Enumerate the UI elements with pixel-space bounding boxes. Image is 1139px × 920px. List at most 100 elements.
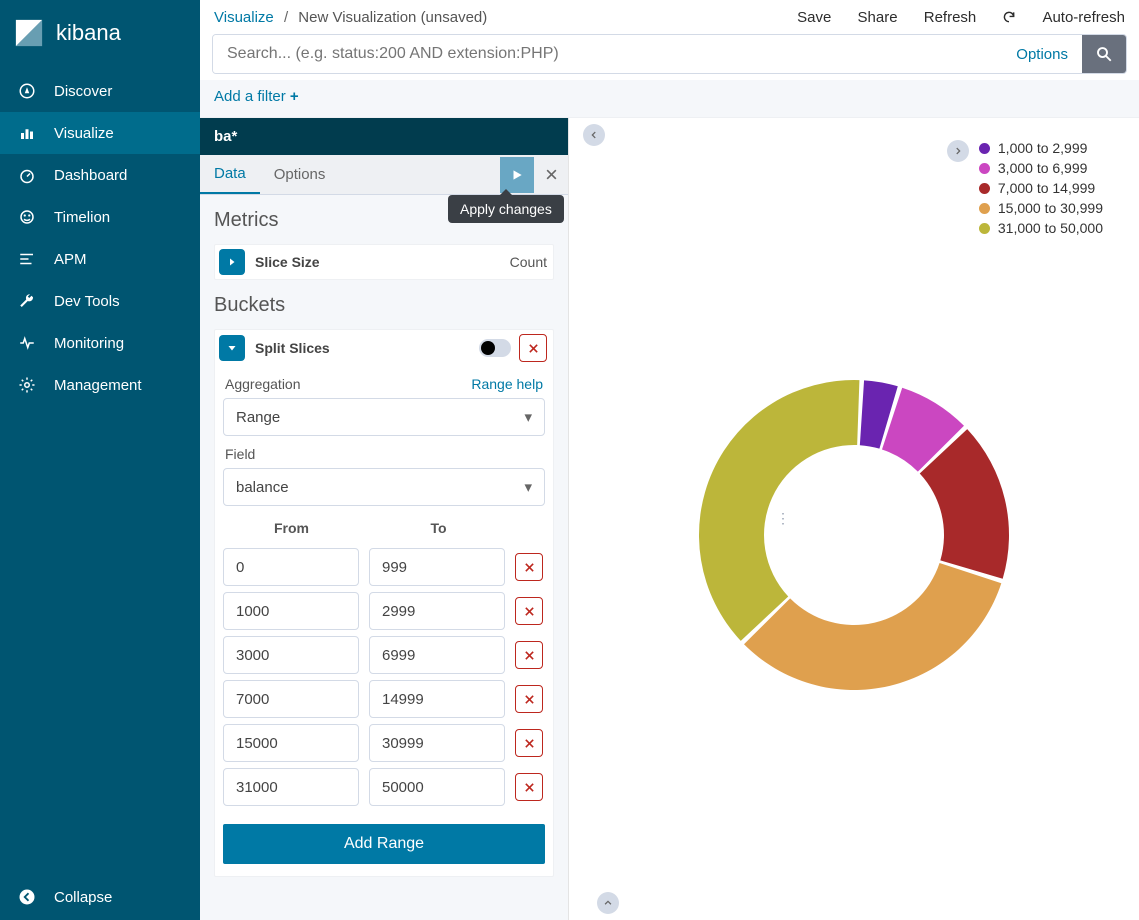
dashboard-icon <box>14 166 40 184</box>
save-button[interactable]: Save <box>797 9 831 26</box>
sidebar-item-label: Monitoring <box>54 335 124 352</box>
range-to-input[interactable] <box>369 768 505 806</box>
kibana-logo-icon <box>14 18 44 48</box>
close-icon <box>528 343 539 354</box>
collapse-sidebar[interactable]: Collapse <box>0 874 200 920</box>
close-icon <box>545 168 558 181</box>
search-options[interactable]: Options <box>1002 35 1082 73</box>
range-delete-button[interactable] <box>515 641 543 669</box>
workspace: ba* Data Options Apply changes Metrics <box>200 118 1139 920</box>
legend-item[interactable]: 15,000 to 30,999 <box>979 200 1103 216</box>
gear-icon <box>14 376 40 394</box>
close-icon <box>524 738 535 749</box>
sidebar-item-label: APM <box>54 251 87 268</box>
legend-label: 15,000 to 30,999 <box>998 200 1103 216</box>
collapse-icon <box>14 888 40 906</box>
sidebar-item-monitoring[interactable]: Monitoring <box>0 322 200 364</box>
sidebar-item-timelion[interactable]: Timelion <box>0 196 200 238</box>
range-delete-button[interactable] <box>515 729 543 757</box>
collapse-label: Collapse <box>54 889 112 906</box>
tab-data[interactable]: Data <box>200 155 260 194</box>
aggregation-label: Aggregation <box>225 376 301 392</box>
close-icon <box>524 562 535 573</box>
range-to-input[interactable] <box>369 724 505 762</box>
breadcrumb-current: New Visualization (unsaved) <box>298 9 487 26</box>
spy-panel-toggle[interactable] <box>597 892 619 914</box>
sidebar-item-apm[interactable]: APM <box>0 238 200 280</box>
buckets-section: Buckets Split Slices <box>214 294 554 877</box>
search-input[interactable] <box>213 35 1002 73</box>
range-from-input[interactable] <box>223 636 359 674</box>
apply-changes-button[interactable] <box>500 157 534 193</box>
metric-toggle[interactable] <box>219 249 245 275</box>
range-from-input[interactable] <box>223 724 359 762</box>
tab-options[interactable]: Options <box>260 156 340 193</box>
range-row <box>223 636 545 674</box>
refresh-button[interactable]: Refresh <box>924 9 977 26</box>
editor-panel: ba* Data Options Apply changes Metrics <box>200 118 569 920</box>
legend-item[interactable]: 31,000 to 50,000 <box>979 220 1103 236</box>
range-delete-button[interactable] <box>515 597 543 625</box>
range-from-input[interactable] <box>223 548 359 586</box>
add-range-button[interactable]: Add Range <box>223 824 545 864</box>
chevron-left-icon <box>589 130 599 140</box>
aggregation-select[interactable]: Range ▾ <box>223 398 545 436</box>
app-logo[interactable]: kibana <box>0 0 200 70</box>
add-filter[interactable]: Add a filter + <box>214 88 299 105</box>
sidebar-item-discover[interactable]: Discover <box>0 70 200 112</box>
apply-changes-tooltip: Apply changes <box>448 195 564 223</box>
bucket-label: Split Slices <box>255 340 330 356</box>
search-button[interactable] <box>1082 35 1126 73</box>
legend-collapse[interactable] <box>947 140 969 162</box>
range-to-input[interactable] <box>369 592 505 630</box>
close-icon <box>524 606 535 617</box>
breadcrumb-root[interactable]: Visualize <box>214 9 274 26</box>
legend-item[interactable]: 3,000 to 6,999 <box>979 160 1103 176</box>
range-to-input[interactable] <box>369 680 505 718</box>
legend-color-icon <box>979 163 990 174</box>
sidebar: kibana DiscoverVisualizeDashboardTimelio… <box>0 0 200 920</box>
legend-item[interactable]: 7,000 to 14,999 <box>979 180 1103 196</box>
resize-handle[interactable]: ⋮ <box>776 510 790 527</box>
range-help-link[interactable]: Range help <box>471 376 543 392</box>
bucket-enabled-toggle[interactable] <box>479 339 511 357</box>
filter-bar: Add a filter + <box>200 80 1139 118</box>
legend-color-icon <box>979 203 990 214</box>
barchart-icon <box>14 124 40 142</box>
panel-collapse-left[interactable] <box>583 124 605 146</box>
range-to-input[interactable] <box>369 636 505 674</box>
field-select[interactable]: balance ▾ <box>223 468 545 506</box>
range-row <box>223 548 545 586</box>
legend-item[interactable]: 1,000 to 2,999 <box>979 140 1103 156</box>
index-pattern[interactable]: ba* <box>200 118 568 155</box>
bucket-delete-button[interactable] <box>519 334 547 362</box>
range-delete-button[interactable] <box>515 773 543 801</box>
range-to-input[interactable] <box>369 548 505 586</box>
range-delete-button[interactable] <box>515 553 543 581</box>
donut-slice[interactable] <box>744 563 1001 690</box>
main: Visualize / New Visualization (unsaved) … <box>200 0 1139 920</box>
range-from-input[interactable] <box>223 592 359 630</box>
chevron-down-icon <box>226 342 238 354</box>
legend-label: 3,000 to 6,999 <box>998 160 1088 176</box>
range-row <box>223 768 545 806</box>
close-icon <box>524 694 535 705</box>
range-delete-button[interactable] <box>515 685 543 713</box>
sidebar-item-dashboard[interactable]: Dashboard <box>0 154 200 196</box>
legend-label: 31,000 to 50,000 <box>998 220 1103 236</box>
topbar: Visualize / New Visualization (unsaved) … <box>200 0 1139 34</box>
share-button[interactable]: Share <box>858 9 898 26</box>
sidebar-item-visualize[interactable]: Visualize <box>0 112 200 154</box>
bucket-toggle[interactable] <box>219 335 245 361</box>
range-from-input[interactable] <box>223 680 359 718</box>
range-from-input[interactable] <box>223 768 359 806</box>
legend-color-icon <box>979 223 990 234</box>
sidebar-item-management[interactable]: Management <box>0 364 200 406</box>
range-row <box>223 680 545 718</box>
discard-changes-button[interactable] <box>534 157 568 193</box>
autorefresh-button[interactable]: Auto-refresh <box>1002 9 1125 26</box>
sidebar-item-dev-tools[interactable]: Dev Tools <box>0 280 200 322</box>
panel-body: Metrics Slice Size Count Buckets <box>200 195 568 905</box>
search-bar: Options <box>212 34 1127 74</box>
chevron-right-icon <box>226 256 238 268</box>
